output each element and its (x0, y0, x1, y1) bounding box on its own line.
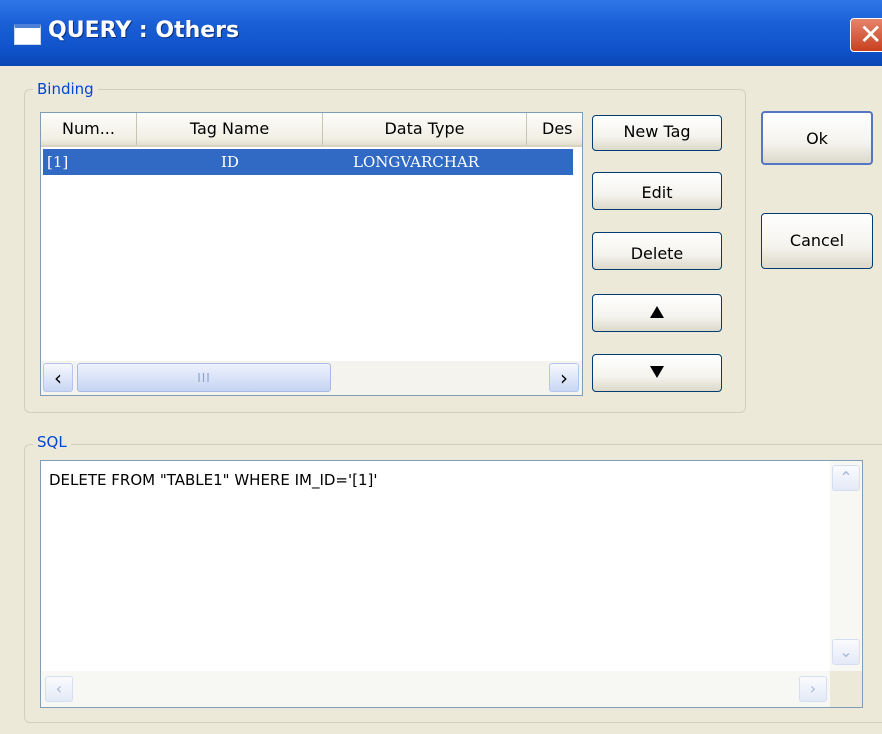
column-header-data-type[interactable]: Data Type (323, 113, 527, 145)
scroll-down-button[interactable]: ⌄ (832, 639, 860, 665)
scroll-right-button[interactable]: › (549, 363, 579, 392)
close-button[interactable]: ✕ (850, 18, 882, 52)
window-icon (14, 24, 41, 45)
binding-group-label: Binding (33, 80, 98, 98)
sql-chevron-left-icon: ‹ (55, 679, 63, 698)
scroll-grip: III (197, 371, 211, 385)
table-row[interactable]: [1] ID LONGVARCHAR (43, 149, 573, 175)
chevron-left-icon: ‹ (54, 366, 62, 390)
chevron-down-icon: ⌄ (839, 642, 853, 661)
binding-table[interactable]: Num... Tag Name Data Type Des [1] ID LON… (40, 112, 583, 396)
chevron-right-icon: › (560, 366, 568, 390)
sql-vertical-scrollbar[interactable]: ⌃ ⌄ (830, 461, 862, 671)
column-header-num[interactable]: Num... (41, 113, 137, 145)
new-tag-button[interactable]: New Tag (592, 115, 722, 151)
scroll-thumb[interactable]: III (77, 363, 331, 392)
scrollbar-corner (830, 671, 862, 707)
delete-button[interactable]: Delete (592, 232, 722, 270)
sql-scroll-left-button[interactable]: ‹ (45, 676, 73, 702)
cell-data-type: LONGVARCHAR (353, 153, 479, 171)
edit-label: Edit (641, 183, 673, 202)
sql-scroll-right-button[interactable]: › (799, 676, 827, 702)
triangle-up-icon (650, 306, 664, 318)
table-header: Num... Tag Name Data Type Des (41, 113, 582, 147)
column-header-description[interactable]: Des (527, 113, 582, 145)
sql-chevron-right-icon: › (809, 679, 817, 698)
move-up-button[interactable] (592, 294, 722, 332)
cell-num: [1] (47, 153, 69, 171)
sql-horizontal-scrollbar[interactable]: ‹ › (41, 671, 830, 707)
window-title: QUERY : Others (48, 18, 240, 43)
close-icon: ✕ (859, 18, 882, 51)
edit-button[interactable]: Edit (592, 172, 722, 210)
title-bar[interactable]: QUERY : Others ✕ (0, 0, 882, 66)
move-down-button[interactable] (592, 354, 722, 392)
scroll-left-button[interactable]: ‹ (43, 363, 73, 392)
cell-tag-name: ID (221, 153, 239, 171)
column-header-tag-name[interactable]: Tag Name (137, 113, 323, 145)
cancel-button[interactable]: Cancel (761, 213, 873, 269)
sql-textarea[interactable]: DELETE FROM "TABLE1" WHERE IM_ID='[1]' ⌃… (40, 460, 863, 708)
table-horizontal-scrollbar[interactable]: ‹ III › (41, 361, 582, 395)
scroll-up-button[interactable]: ⌃ (832, 465, 860, 491)
sql-group-label: SQL (33, 433, 71, 451)
triangle-down-icon (650, 366, 664, 378)
ok-label: Ok (806, 129, 828, 148)
ok-button[interactable]: Ok (761, 111, 873, 165)
new-tag-label: New Tag (623, 122, 691, 141)
delete-label: Delete (630, 244, 684, 263)
chevron-up-icon: ⌃ (839, 468, 853, 487)
sql-text[interactable]: DELETE FROM "TABLE1" WHERE IM_ID='[1]' (49, 471, 378, 489)
cancel-label: Cancel (789, 231, 845, 250)
